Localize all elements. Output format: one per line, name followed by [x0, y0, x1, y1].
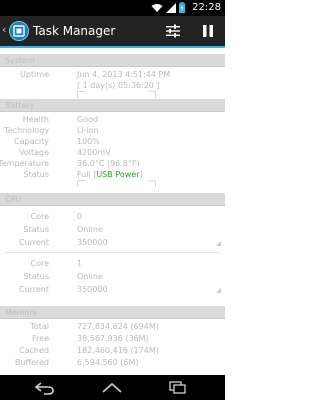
- page-title: Task Manager: [33, 24, 116, 38]
- battery-value: 100%: [77, 137, 100, 146]
- battery-status-label: Status: [23, 170, 50, 179]
- row-corner-icon: [216, 241, 221, 246]
- cpu-status-label: Status: [23, 272, 50, 281]
- signal-icon: [166, 2, 176, 13]
- nav-home-icon: [102, 382, 122, 393]
- back-button[interactable]: [34, 380, 56, 395]
- section-header-memory: Memory: [0, 306, 225, 319]
- battery-row: Capacity 100%: [0, 136, 225, 147]
- memory-label: Total: [30, 322, 49, 331]
- home-button[interactable]: [101, 380, 123, 395]
- battery-bracket: [0, 180, 225, 188]
- core-label: Core: [30, 212, 49, 221]
- uptime-row: Uptime Jun 4, 2013 4:51:44 PM: [0, 69, 225, 80]
- wifi-icon: [151, 3, 163, 12]
- settings-button[interactable]: [164, 22, 182, 40]
- battery-row: Temperature 36.0°C (96.8°F): [0, 158, 225, 169]
- cpu-current-value: 350000: [77, 285, 108, 294]
- battery-status-text: Full: [77, 170, 91, 179]
- memory-label: Buffered: [14, 358, 49, 367]
- cpu-status-value: Online: [77, 225, 103, 234]
- battery-label: Technology: [4, 126, 49, 135]
- memory-row: Buffered 6,594,560 (6M): [0, 357, 225, 368]
- pause-button[interactable]: [199, 22, 217, 40]
- battery-value: Good: [77, 115, 99, 124]
- cpu-core-row: Core 0: [0, 211, 225, 222]
- battery-label: Capacity: [14, 137, 49, 146]
- cpu-current-label: Current: [18, 238, 49, 247]
- app-icon[interactable]: [9, 21, 29, 41]
- battery-icon: [179, 2, 185, 13]
- clock: 22:28: [192, 2, 221, 13]
- memory-value: 6,594,560 (6M): [77, 358, 139, 367]
- info-list[interactable]: System Uptime Jun 4, 2013 4:51:44 PM [ 1…: [0, 48, 225, 375]
- section-header-cpu: CPU: [0, 193, 225, 206]
- uptime-value: Jun 4, 2013 4:51:44 PM: [77, 70, 171, 79]
- section-header-system: System: [0, 54, 225, 67]
- section-header-battery: Battery: [0, 99, 225, 112]
- action-bar: ‹ Task Manager: [0, 16, 225, 46]
- cpu-status-row: Status Online: [0, 271, 225, 282]
- cpu-status-value: Online: [77, 272, 103, 281]
- cpu-status-row: Status Online: [0, 224, 225, 235]
- up-chevron-icon[interactable]: ‹: [2, 23, 6, 36]
- battery-value: 36.0°C (96.8°F): [77, 159, 140, 168]
- memory-row: Free 38,567,936 (36M): [0, 333, 225, 344]
- cpu-current-row: Current 350000: [0, 237, 225, 248]
- battery-row: Voltage 4200mV: [0, 147, 225, 158]
- memory-value: 727,834,624 (694M): [77, 322, 159, 331]
- memory-label: Free: [32, 334, 49, 343]
- core-value: 1: [77, 259, 83, 268]
- cpu-current-label: Current: [18, 285, 49, 294]
- battery-label: Voltage: [18, 148, 49, 157]
- nav-recents-icon: [169, 381, 186, 394]
- core-label: Core: [30, 259, 49, 268]
- battery-value: 4200mV: [77, 148, 111, 157]
- status-bar: 22:28: [0, 0, 225, 16]
- row-corner-icon: [216, 288, 221, 293]
- cpu-core-row: Core 1: [0, 258, 225, 269]
- uptime-label: Uptime: [19, 70, 49, 79]
- battery-status-row: Status Full [USB Power]: [0, 169, 225, 180]
- battery-status-value: Full [USB Power]: [77, 170, 143, 179]
- core-value: 0: [77, 212, 83, 221]
- nav-back-icon: [34, 382, 54, 395]
- navigation-bar: [0, 375, 225, 400]
- uptime-duration-row: [ 1 day(s) 05:36:20 ]: [0, 80, 225, 91]
- memory-value: 182,460,416 (174M): [77, 346, 159, 355]
- status-icons: [151, 2, 185, 13]
- uptime-duration: [ 1 day(s) 05:36:20 ]: [77, 81, 160, 90]
- core-divider: [5, 252, 220, 253]
- battery-value: Li-ion: [77, 126, 99, 135]
- memory-value: 38,567,936 (36M): [77, 334, 149, 343]
- memory-row: Cached 182,460,416 (174M): [0, 345, 225, 356]
- memory-row: Total 727,834,624 (694M): [0, 321, 225, 332]
- battery-row: Technology Li-ion: [0, 125, 225, 136]
- cpu-current-value: 350000: [77, 238, 108, 247]
- cpu-current-row: Current 350000: [0, 284, 225, 295]
- settings-sliders-icon: [166, 24, 180, 38]
- cpu-status-label: Status: [23, 225, 50, 234]
- battery-row: Health Good: [0, 114, 225, 125]
- recents-button[interactable]: [167, 380, 189, 395]
- power-source: USB Power: [96, 170, 140, 179]
- memory-label: Cached: [19, 346, 49, 355]
- battery-label: Health: [22, 115, 49, 124]
- uptime-bracket: [0, 91, 225, 99]
- battery-label: Temperature: [0, 159, 49, 168]
- pause-icon: [203, 25, 213, 37]
